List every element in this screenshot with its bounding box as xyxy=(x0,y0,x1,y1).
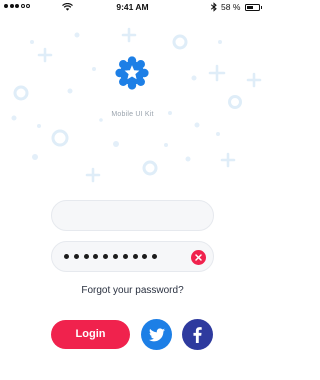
password-mask-dot xyxy=(142,254,148,259)
password-mask-dot xyxy=(112,254,118,259)
battery-percentage: 58 % xyxy=(221,2,241,12)
password-field[interactable] xyxy=(51,241,214,272)
username-field[interactable] xyxy=(51,200,214,231)
password-mask-dot xyxy=(73,254,79,259)
bluetooth-icon xyxy=(210,2,217,12)
facebook-icon xyxy=(193,326,202,343)
password-mask-dot xyxy=(103,254,109,259)
star-badge-icon xyxy=(115,56,149,90)
password-mask-dot xyxy=(122,254,128,259)
battery-level xyxy=(247,5,254,9)
password-mask-dot xyxy=(152,254,158,259)
password-mask-dot xyxy=(132,254,138,259)
battery-icon xyxy=(245,3,262,11)
password-masked-value xyxy=(64,254,158,259)
facebook-login-button[interactable] xyxy=(182,319,213,350)
forgot-password-link[interactable]: Forgot your password? xyxy=(0,285,265,296)
clear-password-button[interactable] xyxy=(191,250,206,265)
app-name: Mobile UI Kit xyxy=(111,111,154,118)
password-mask-dot xyxy=(64,254,69,259)
status-bar: 9:41 AM 58 % xyxy=(0,0,265,14)
password-mask-dot xyxy=(93,254,99,259)
password-mask-dot xyxy=(83,254,89,259)
decorative-pattern xyxy=(11,27,262,183)
twitter-login-button[interactable] xyxy=(141,319,172,350)
login-button[interactable]: Login xyxy=(51,320,130,349)
close-icon xyxy=(195,254,202,261)
twitter-icon xyxy=(148,327,165,341)
username-input[interactable] xyxy=(64,201,192,230)
